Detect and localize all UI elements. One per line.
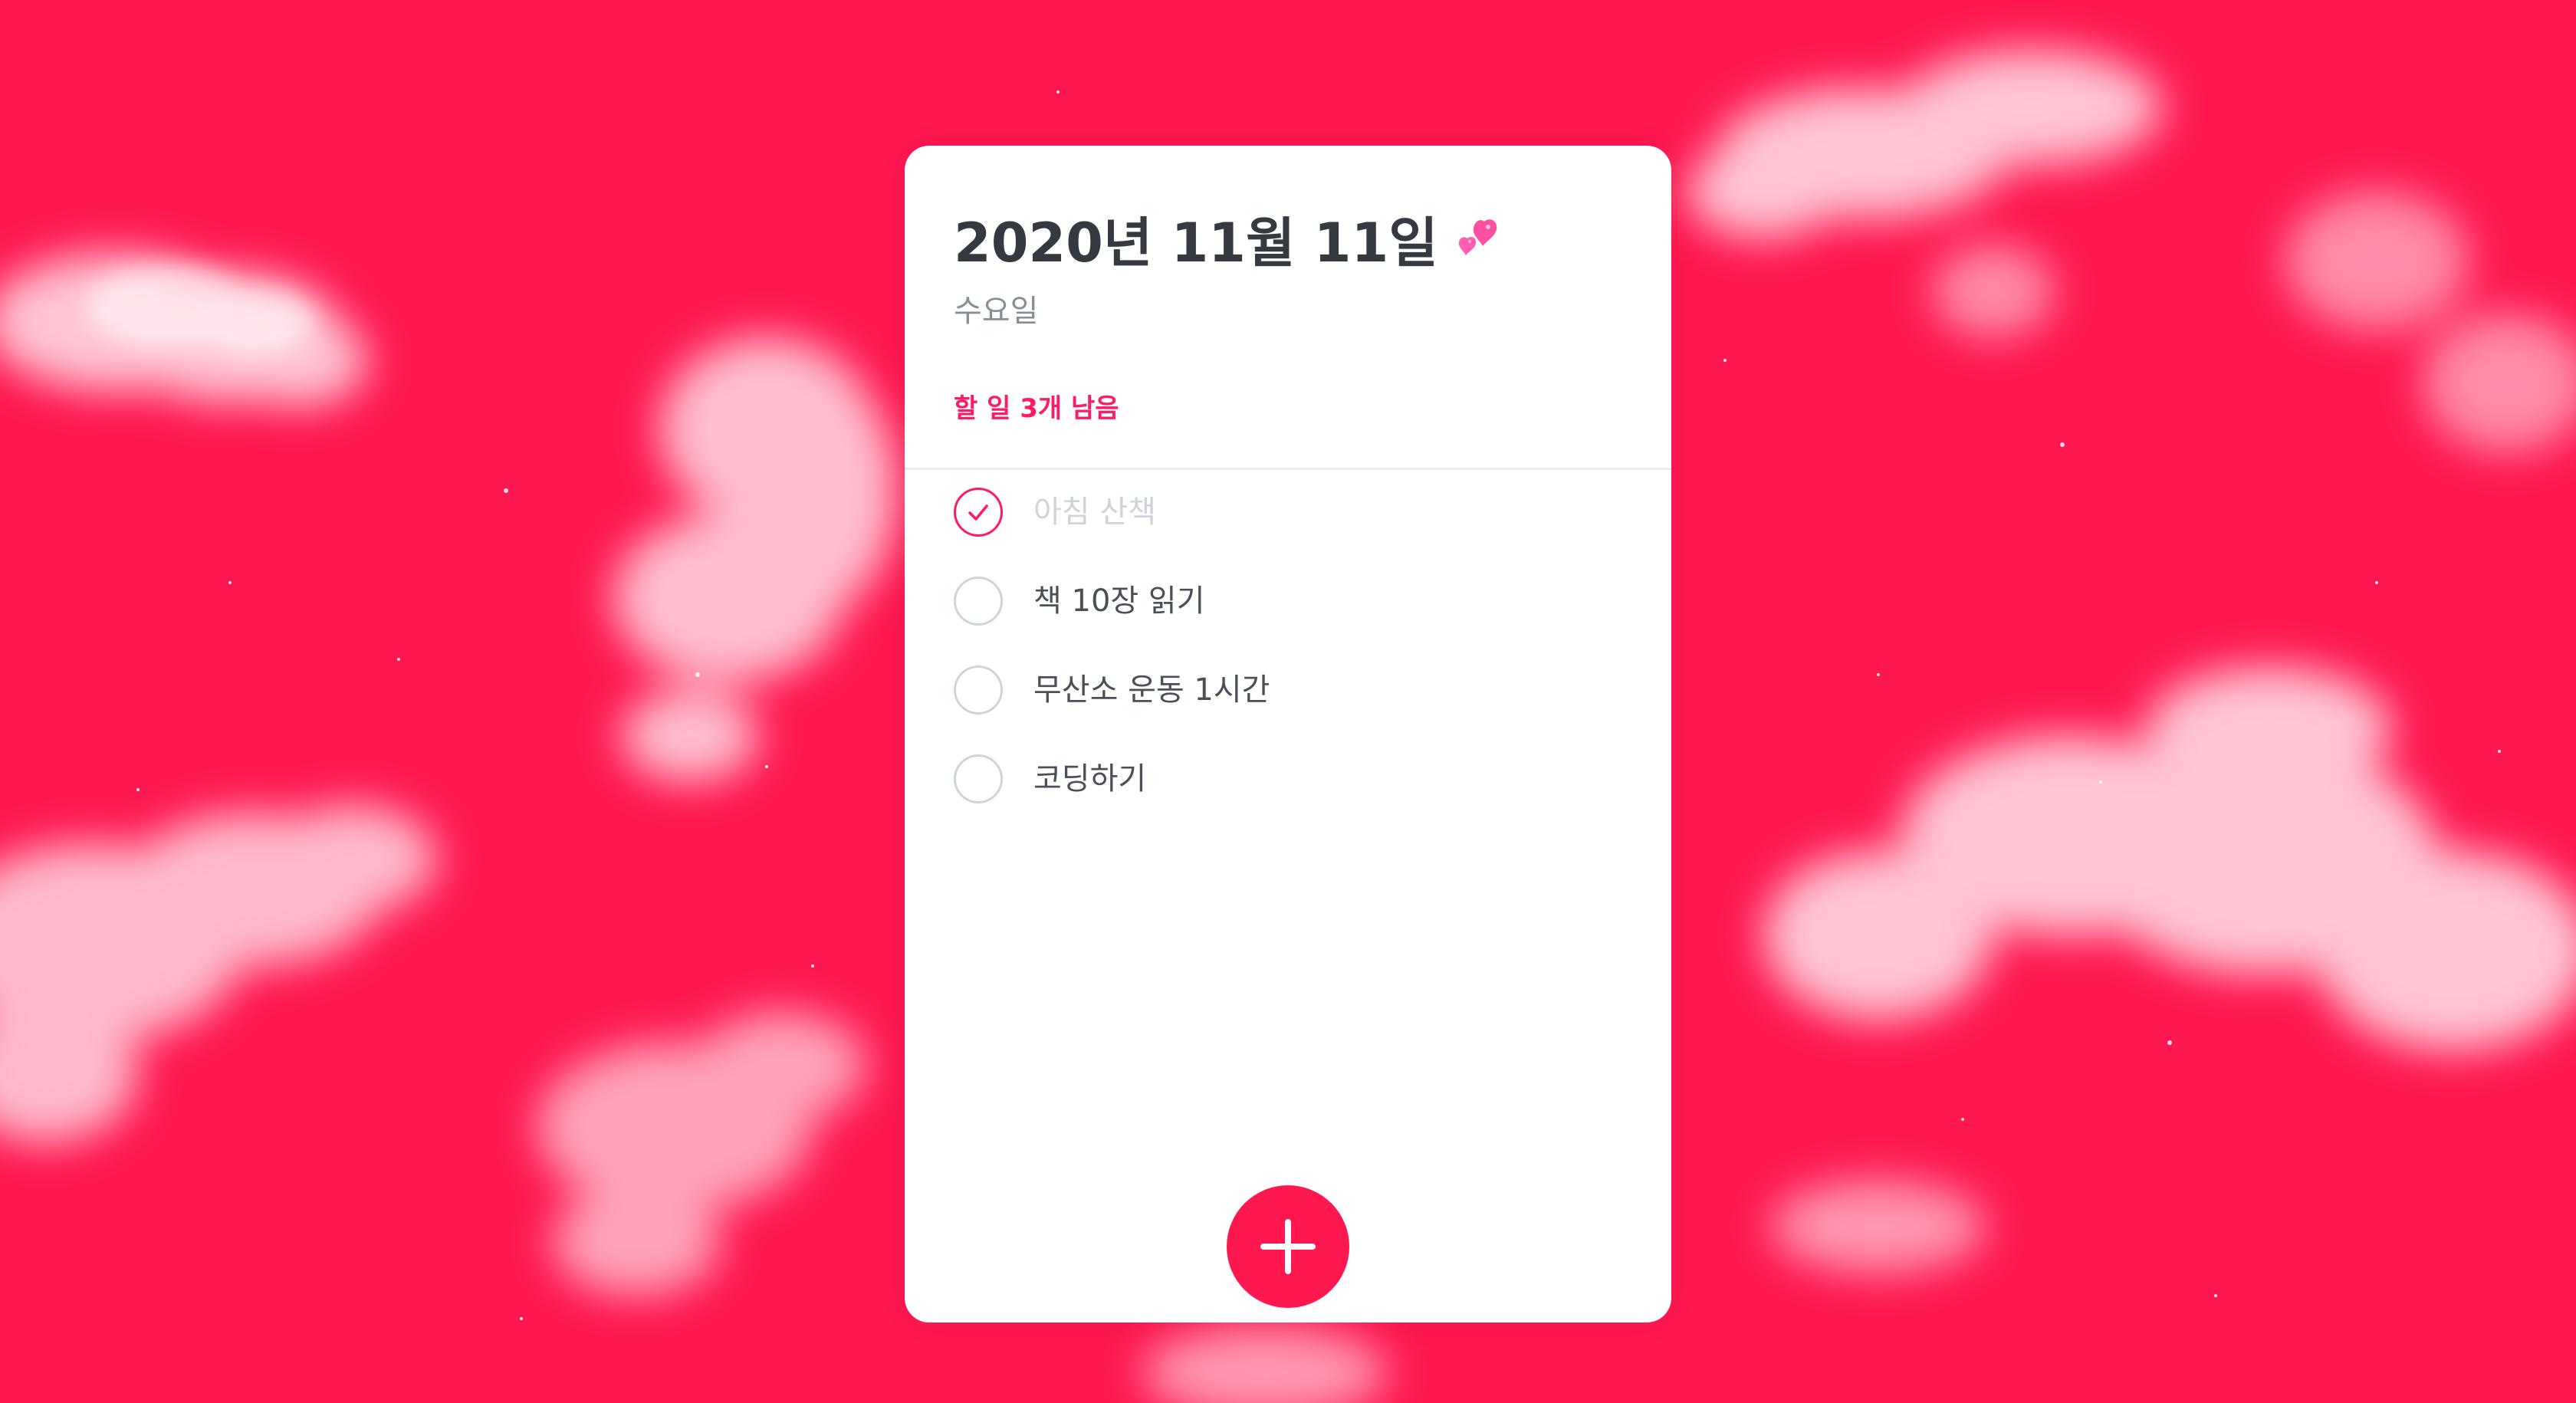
checkmark-icon: [968, 504, 988, 521]
todo-item-text: 무산소 운동 1시간: [1033, 672, 1270, 708]
tasks-left-count: 할 일 3개 남음: [954, 393, 1119, 424]
check-circle-icon[interactable]: [954, 665, 1003, 715]
date-title: 2020년 11월 11일: [954, 216, 1503, 274]
todo-item: 책 10장 읽기: [954, 557, 1628, 646]
two-hearts-icon: [1449, 215, 1503, 269]
check-circle-icon[interactable]: [954, 488, 1003, 537]
todo-item-text: 아침 산책: [1033, 495, 1156, 530]
todo-list: 아침 산책 책 10장 읽기 무산소 운동 1시간 코딩하기: [954, 488, 1628, 868]
add-todo-button[interactable]: [1227, 1185, 1349, 1308]
todo-item-text: 코딩하기: [1033, 761, 1147, 797]
day-of-week: 수요일: [954, 294, 1039, 329]
todo-item: 코딩하기: [954, 734, 1628, 823]
todo-header: 2020년 11월 11일 수요일 할 일 3개 남음: [905, 146, 1671, 470]
check-circle-icon[interactable]: [954, 754, 1003, 803]
plus-icon: [1260, 1219, 1316, 1274]
check-circle-icon[interactable]: [954, 577, 1003, 626]
todo-item: 아침 산책: [954, 468, 1628, 557]
date-text: 2020년 11월 11일: [954, 212, 1438, 274]
todo-item-text: 책 10장 읽기: [1033, 583, 1205, 619]
todo-item: 무산소 운동 1시간: [954, 646, 1628, 734]
todo-card: 2020년 11월 11일 수요일 할 일 3개 남음 아침 산책 책 10장 …: [905, 146, 1671, 1322]
